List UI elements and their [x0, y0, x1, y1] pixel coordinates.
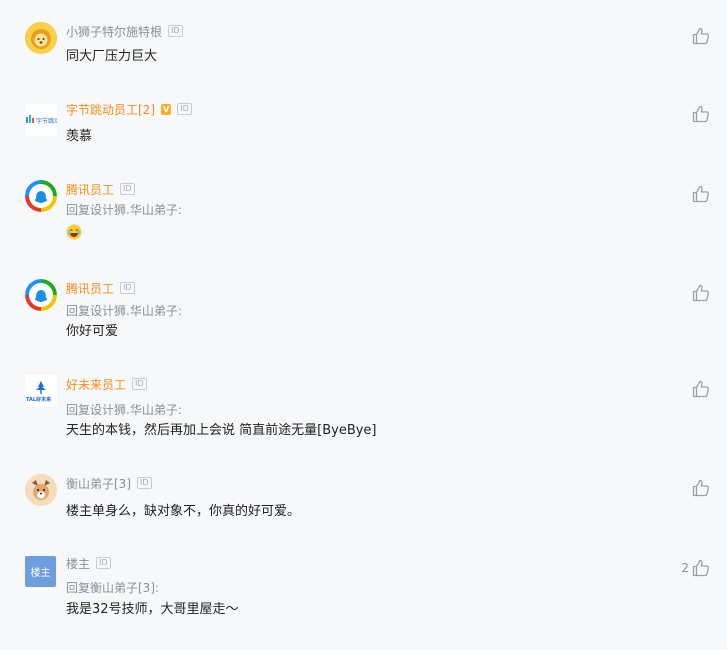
like-count: 2	[681, 561, 689, 575]
comment-item: 腾讯员工 ID 回复设计狮.华山弟子: 你好可爱	[0, 279, 727, 375]
like-button[interactable]	[689, 283, 711, 303]
id-badge: ID	[132, 378, 147, 390]
like-button[interactable]	[689, 104, 711, 124]
comment-content: 天生的本钱，然后再加上会说 简直前途无量[ByeBye]	[66, 423, 377, 438]
thumbs-up-icon	[692, 380, 709, 398]
avatar[interactable]	[25, 22, 57, 54]
author-row: 腾讯员工 ID	[66, 279, 135, 297]
id-badge: ID	[168, 25, 183, 37]
like-button[interactable]	[689, 379, 711, 399]
comment-content	[66, 224, 82, 244]
author-row: 楼主 ID	[66, 554, 111, 572]
avatar[interactable]	[25, 180, 57, 212]
avatar[interactable]	[25, 279, 57, 311]
comment-content: 你好可爱	[66, 324, 119, 339]
author-name[interactable]: 腾讯员工	[66, 181, 114, 198]
id-badge: ID	[177, 103, 192, 115]
reply-reference[interactable]: 回复衡山弟子[3]:	[66, 579, 159, 596]
avatar[interactable]: TAL好未来	[25, 375, 57, 407]
tencent-logo-icon	[25, 279, 57, 311]
lion-avatar-icon	[25, 22, 57, 54]
author-row: 字节跳动员工[2] V ID	[66, 100, 192, 118]
avatar-text: 字节跳动	[36, 117, 57, 125]
thumbs-up-icon	[692, 284, 709, 302]
comment-content: 我是32号技师，大哥里屋走～	[66, 602, 239, 617]
avatar[interactable]	[25, 474, 57, 506]
author-row: 好未来员工 ID	[66, 375, 147, 393]
like-button[interactable]	[689, 26, 711, 46]
thumbs-up-icon	[692, 105, 709, 123]
avatar[interactable]: 字节跳动	[25, 104, 57, 136]
comment-item: 楼主 楼主 ID 回复衡山弟子[3]: 我是32号技师，大哥里屋走～ 2	[0, 554, 727, 650]
author-name[interactable]: 好未来员工	[66, 376, 126, 393]
thumbs-up-icon	[692, 559, 709, 577]
author-name[interactable]: 腾讯员工	[66, 280, 114, 297]
tal-logo-icon: TAL好未来	[25, 375, 57, 407]
laugh-emoji-icon	[66, 224, 82, 240]
comment-content: 同大厂压力巨大	[66, 49, 158, 64]
id-badge: ID	[137, 477, 152, 489]
comment-content: 羡慕	[66, 129, 93, 144]
reply-reference[interactable]: 回复设计狮.华山弟子:	[66, 302, 182, 319]
verified-badge: V	[161, 103, 172, 115]
author-row: 衡山弟子[3] ID	[66, 474, 152, 492]
author-row: 小狮子特尔施特根 ID	[66, 22, 183, 40]
bytedance-logo-icon: 字节跳动	[26, 115, 57, 125]
tencent-logo-icon	[25, 180, 57, 212]
avatar-text: 楼主	[30, 568, 51, 579]
reply-reference[interactable]: 回复设计狮.华山弟子:	[66, 201, 182, 218]
author-name[interactable]: 衡山弟子[3]	[66, 475, 131, 492]
like-button[interactable]	[689, 184, 711, 204]
comment-list: 小狮子特尔施特根 ID 同大厂压力巨大 字节跳动 字节跳动员工[2] V ID …	[0, 0, 727, 643]
id-badge: ID	[120, 183, 135, 195]
like-button[interactable]: 2	[681, 558, 711, 578]
author-name[interactable]: 字节跳动员工[2]	[66, 101, 155, 118]
author-name[interactable]: 小狮子特尔施特根	[66, 23, 162, 40]
avatar-text: TAL好未来	[26, 396, 52, 403]
id-badge: ID	[96, 557, 111, 569]
comment-item: 腾讯员工 ID 回复设计狮.华山弟子:	[0, 180, 727, 276]
author-name[interactable]: 楼主	[66, 555, 90, 572]
author-row: 腾讯员工 ID	[66, 180, 135, 198]
comment-content: 楼主单身么，缺对象不，你真的好可爱。	[66, 504, 301, 519]
id-badge: ID	[120, 282, 135, 294]
thumbs-up-icon	[692, 479, 709, 497]
like-button[interactable]	[689, 478, 711, 498]
avatar[interactable]: 楼主	[25, 556, 56, 587]
dog-avatar-icon	[25, 474, 57, 506]
comment-item: TAL好未来 好未来员工 ID 回复设计狮.华山弟子: 天生的本钱，然后再加上会…	[0, 375, 727, 471]
thumbs-up-icon	[692, 185, 709, 203]
reply-reference[interactable]: 回复设计狮.华山弟子:	[66, 401, 182, 418]
thumbs-up-icon	[692, 27, 709, 45]
